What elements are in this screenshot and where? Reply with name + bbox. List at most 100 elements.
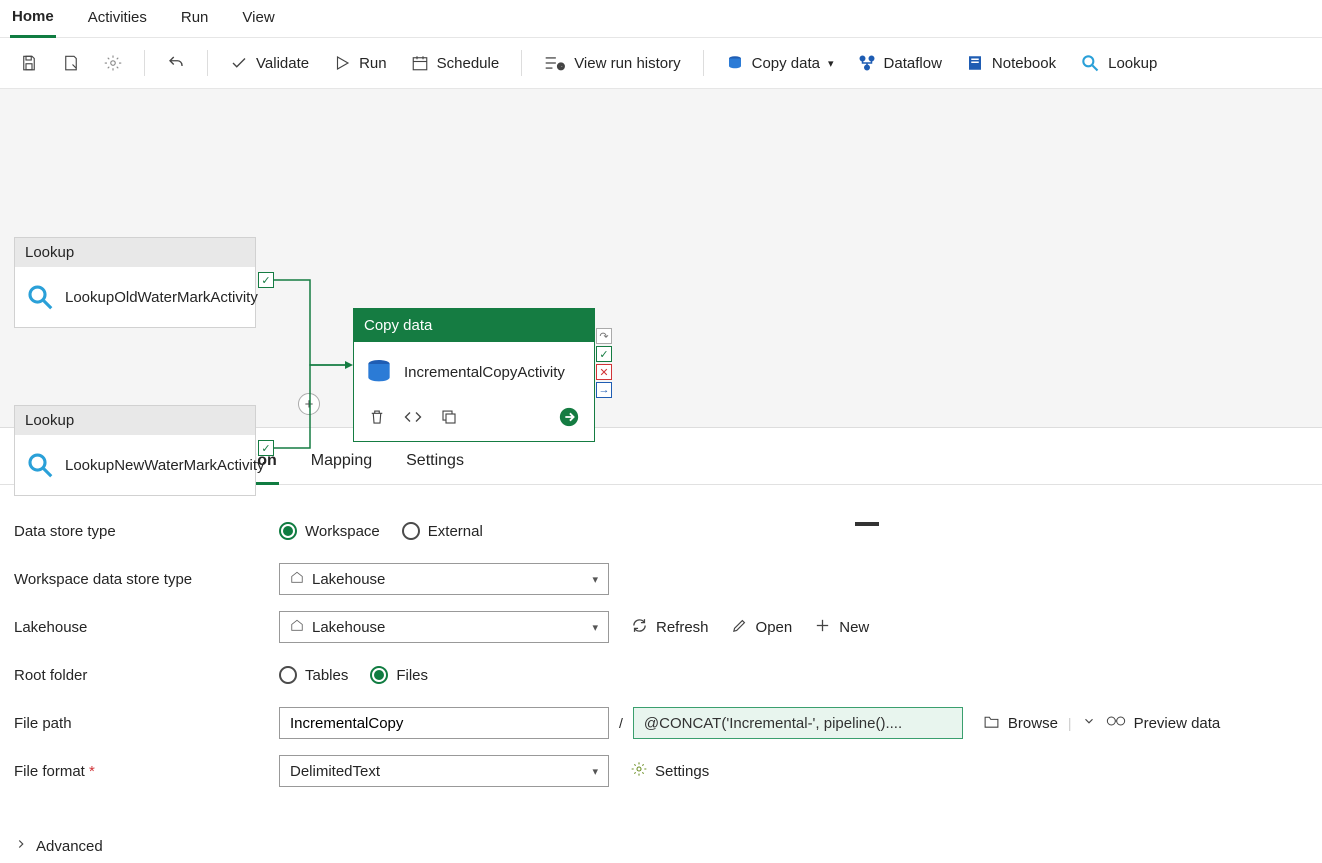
radio-files[interactable]: Files [370,666,428,684]
copydata-button[interactable]: Copy data ▾ [716,48,844,78]
open-label: Open [756,619,793,636]
copy-data-activity[interactable]: Copy data IncrementalCopyActivity [353,308,595,442]
toolbar-divider [207,50,208,76]
history-icon [544,54,566,72]
check-icon [230,54,248,72]
save-button[interactable] [10,48,48,78]
notebook-label: Notebook [992,55,1056,72]
search-icon [1080,53,1100,73]
radio-workspace[interactable]: Workspace [279,522,380,540]
refresh-button[interactable]: Refresh [631,617,709,638]
tab-settings[interactable]: Settings [404,444,466,484]
select-lakehouse[interactable]: Lakehouse ▾ [279,611,609,643]
format-settings-button[interactable]: Settings [631,761,709,781]
history-button[interactable]: View run history [534,48,690,78]
chevron-down-icon: ▾ [592,621,598,634]
label-lakehouse: Lakehouse [14,619,279,636]
preview-button[interactable]: Preview data [1106,714,1221,732]
undo-button[interactable] [157,48,195,78]
schedule-button[interactable]: Schedule [401,48,510,78]
pencil-icon [731,617,748,638]
preview-icon [1106,714,1126,732]
success-port-icon[interactable]: ✓ [258,272,274,288]
browse-label: Browse [1008,715,1058,732]
database-icon [364,357,394,387]
select-value: DelimitedText [290,763,380,780]
radio-label: External [428,523,483,540]
activity-header: Lookup [15,406,255,435]
select-value: Lakehouse [312,571,385,588]
activity-name: IncrementalCopyActivity [404,364,565,381]
select-fileformat[interactable]: DelimitedText ▾ [279,755,609,787]
chevron-down-icon: ▾ [828,57,834,70]
radio-label: Workspace [305,523,380,540]
settings-button[interactable] [94,48,132,78]
dataflow-button[interactable]: Dataflow [848,48,952,78]
resize-handle[interactable] [855,522,879,526]
gear-icon [104,54,122,72]
calendar-icon [411,54,429,72]
port-completion-icon[interactable]: → [596,382,612,398]
chevron-down-icon: ▾ [592,573,598,586]
browse-more-button[interactable] [1082,714,1096,732]
port-fail-icon[interactable]: ✕ [596,364,612,380]
lookup-old-activity[interactable]: Lookup LookupOldWaterMarkActivity [14,237,256,328]
run-next-icon[interactable] [558,406,580,431]
advanced-toggle[interactable]: Advanced [0,817,1322,863]
copy-icon[interactable] [440,408,458,429]
notebook-icon [966,54,984,72]
new-button[interactable]: New [814,617,869,638]
activity-output-ports: ↷ ✓ ✕ → [596,328,612,398]
lakehouse-icon [290,618,304,636]
required-asterisk: * [89,763,95,780]
search-icon [25,282,55,312]
delete-icon[interactable] [368,408,386,429]
lookup-label: Lookup [1108,55,1157,72]
success-port-icon[interactable]: ✓ [258,440,274,456]
radio-label: Files [396,667,428,684]
new-label: New [839,619,869,636]
tab-mapping[interactable]: Mapping [309,444,374,484]
validate-button[interactable]: Validate [220,48,319,78]
dataflow-icon [858,54,876,72]
nav-tab-view[interactable]: View [240,1,276,36]
notebook-button[interactable]: Notebook [956,48,1066,78]
run-label: Run [359,55,387,72]
refresh-label: Refresh [656,619,709,636]
nav-tab-activities[interactable]: Activities [86,1,149,36]
code-icon[interactable] [404,408,422,429]
play-icon [333,54,351,72]
port-skip-icon[interactable]: ↷ [596,328,612,344]
run-button[interactable]: Run [323,48,397,78]
copydata-label: Copy data [752,55,820,72]
chevron-down-icon: ▾ [592,765,598,778]
refresh-icon [631,617,648,638]
schedule-label: Schedule [437,55,500,72]
label-wstype: Workspace data store type [14,571,279,588]
pipeline-canvas[interactable]: Lookup LookupOldWaterMarkActivity ✓ Look… [0,89,1322,428]
toolbar-divider [144,50,145,76]
save-as-button[interactable] [52,48,90,78]
activity-name: LookupNewWaterMarkActivity [65,457,265,474]
chevron-right-icon [14,837,28,855]
browse-button[interactable]: Browse [983,714,1058,733]
lakehouse-icon [290,570,304,588]
lookup-new-activity[interactable]: Lookup LookupNewWaterMarkActivity [14,405,256,496]
advanced-label: Advanced [36,838,103,855]
folder-icon [983,714,1000,733]
filepath-directory-input[interactable] [279,707,609,739]
open-button[interactable]: Open [731,617,793,638]
select-workspace-datastore-type[interactable]: Lakehouse ▾ [279,563,609,595]
port-success-icon[interactable]: ✓ [596,346,612,362]
add-activity-button[interactable]: + [298,393,320,415]
radio-tables[interactable]: Tables [279,666,348,684]
filepath-filename-expression[interactable]: @CONCAT('Incremental-', pipeline().... [633,707,963,739]
radio-external[interactable]: External [402,522,483,540]
nav-tab-home[interactable]: Home [10,0,56,38]
destination-form: Data store type Workspace External Works… [0,485,1322,817]
label-fileformat: File format * [14,763,279,780]
toolbar: Validate Run Schedule View run history C… [0,38,1322,89]
lookup-button[interactable]: Lookup [1070,47,1167,79]
nav-tab-run[interactable]: Run [179,1,211,36]
dataflow-label: Dataflow [884,55,942,72]
